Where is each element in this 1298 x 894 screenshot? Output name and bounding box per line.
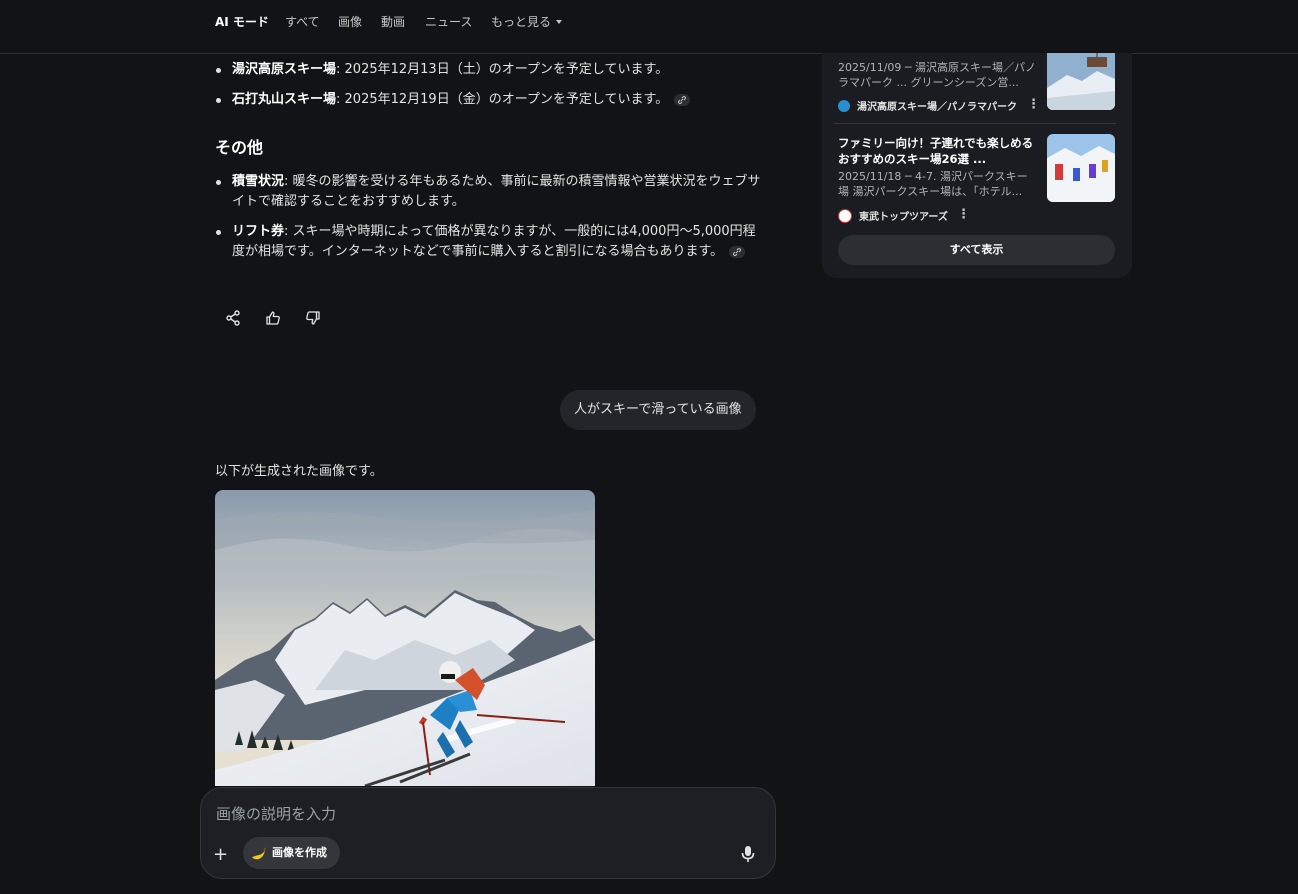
- generated-image[interactable]: [215, 490, 595, 786]
- bullet-bold: 湯沢高原スキー場: [232, 62, 337, 77]
- prompt-input-box[interactable]: 画像の説明を入力 + 画像を作成: [200, 787, 776, 879]
- card-source-label: 東武トップツアーズ: [859, 212, 948, 223]
- list-item: 積雪状況: 暖冬の影響を受ける年もあるため、事前に最新の積雪情報や営業状況をウェ…: [216, 172, 767, 212]
- bullet-bold: リフト券: [232, 224, 285, 239]
- prompt-input[interactable]: 画像の説明を入力: [216, 803, 336, 824]
- tab-all[interactable]: すべて: [285, 13, 320, 30]
- list-item: リフト券: スキー場や時期によって価格が異なりますが、一般的には4,000円〜5…: [216, 222, 767, 262]
- create-image-label: 画像を作成: [272, 846, 327, 859]
- card-source: 東武トップツアーズ: [838, 208, 948, 223]
- mic-icon[interactable]: [738, 844, 758, 864]
- bullet-text: : 2025年12月19日（金）のオープンを予定しています。: [336, 92, 669, 107]
- card-source-label: 湯沢高原スキー場／パノラマパーク: [857, 102, 1017, 113]
- link-icon[interactable]: [729, 245, 746, 258]
- tab-ai-mode[interactable]: AI モード: [215, 13, 269, 30]
- share-button[interactable]: [222, 307, 244, 329]
- thumbs-down-button[interactable]: [302, 307, 324, 329]
- bullet-text: : 暖冬の影響を受ける年もあるため、事前に最新の積雪情報や営業状況をウェブサイト…: [232, 174, 761, 209]
- tab-news[interactable]: ニュース: [425, 13, 472, 30]
- thumbs-up-icon: [266, 311, 280, 325]
- card-title: ファミリー向け！子連れでも楽しめるおすすめのスキー場26選 ...: [838, 136, 1034, 166]
- chevron-down-icon: [556, 20, 563, 24]
- card-snippet: 2025/11/09 ─ 湯沢高原スキー場／パノラマパーク ... グリーンシー…: [838, 61, 1037, 89]
- banana-icon: [252, 847, 267, 860]
- list-item: 湯沢高原スキー場: 2025年12月13日（土）のオープンを予定しています。: [216, 60, 767, 80]
- share-icon: [226, 310, 240, 326]
- tab-images[interactable]: 画像: [338, 13, 362, 30]
- card-thumbnail: [1047, 134, 1115, 202]
- thumbs-up-button[interactable]: [262, 307, 284, 329]
- source-card[interactable]: 2025/11/09 ─ 湯沢高原スキー場／パノラマパーク ... グリーンシー…: [822, 53, 1132, 123]
- bullet-text: : スキー場や時期によって価格が異なりますが、一般的には4,000円〜5,000…: [232, 224, 756, 259]
- sources-panel: 2025/11/09 ─ 湯沢高原スキー場／パノラマパーク ... グリーンシー…: [822, 53, 1132, 278]
- bullet-bold: 石打丸山スキー場: [232, 92, 337, 107]
- card-thumbnail: [1047, 53, 1115, 110]
- show-all-button[interactable]: すべて表示: [838, 235, 1115, 265]
- top-nav: AI モード すべて 画像 動画 ニュース もっと見る: [0, 0, 1298, 54]
- thumbs-down-icon: [306, 311, 320, 325]
- tab-more[interactable]: もっと見る: [491, 13, 563, 30]
- bullet-text: : 2025年12月13日（土）のオープンを予定しています。: [336, 62, 669, 77]
- link-icon[interactable]: [674, 93, 691, 106]
- bullet-bold: 積雪状況: [232, 174, 285, 189]
- tobu-logo-icon: [838, 208, 852, 223]
- section-heading: その他: [215, 138, 264, 157]
- tab-videos[interactable]: 動画: [381, 13, 405, 30]
- card-source: 湯沢高原スキー場／パノラマパーク: [838, 98, 1017, 113]
- user-message-bubble: 人がスキーで滑っている画像: [560, 390, 756, 430]
- generated-image-label: 以下が生成された画像です。: [215, 464, 383, 479]
- create-image-button[interactable]: 画像を作成: [243, 837, 340, 869]
- card-snippet: 2025/11/18 ─ 4-7. 湯沢パークスキー場 湯沢パークスキー場は、「…: [838, 170, 1028, 198]
- more-options-icon[interactable]: ⋮: [1027, 97, 1040, 112]
- list-item: 石打丸山スキー場: 2025年12月19日（金）のオープンを予定しています。: [216, 90, 767, 110]
- more-options-icon[interactable]: ⋮: [957, 207, 970, 222]
- snowflake-icon: [838, 99, 850, 112]
- source-card[interactable]: ファミリー向け！子連れでも楽しめるおすすめのスキー場26選 ... 2025/1…: [822, 133, 1132, 223]
- card-divider: [834, 123, 1116, 124]
- tab-more-label: もっと見る: [491, 15, 552, 29]
- plus-button[interactable]: +: [213, 844, 228, 865]
